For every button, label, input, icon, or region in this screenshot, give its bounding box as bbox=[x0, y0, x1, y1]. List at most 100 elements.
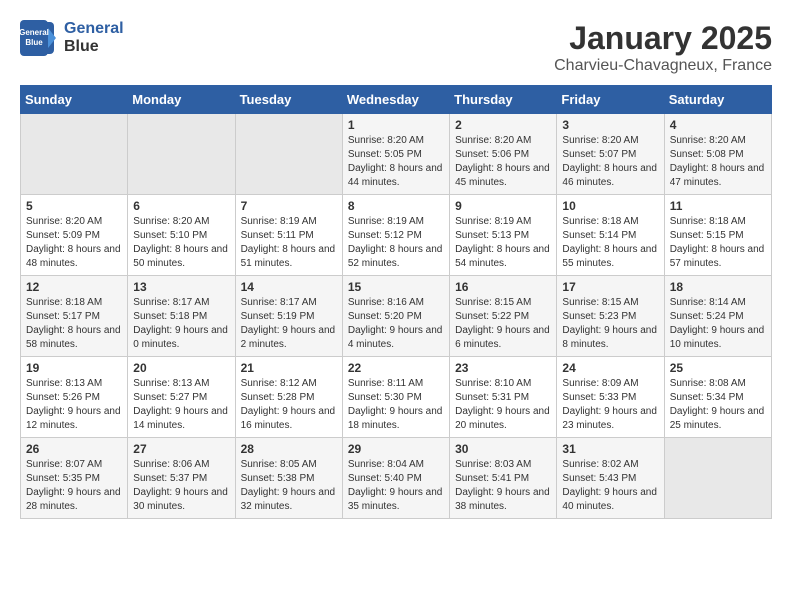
header-row: SundayMondayTuesdayWednesdayThursdayFrid… bbox=[21, 86, 772, 114]
day-info: Sunrise: 8:19 AMSunset: 5:11 PMDaylight:… bbox=[241, 215, 337, 271]
calendar-cell: 17Sunrise: 8:15 AMSunset: 5:23 PMDayligh… bbox=[557, 276, 664, 357]
day-number: 6 bbox=[133, 199, 229, 213]
day-number: 23 bbox=[455, 361, 551, 375]
calendar-cell: 22 Sunrise: 8:11 AMSunset: 5:30 PMDayligh… bbox=[342, 357, 449, 438]
calendar-cell: 19 Sunrise: 8:13 AMSunset: 5:26 PMDayligh… bbox=[21, 357, 128, 438]
calendar-week-row: 12 Sunrise: 8:18 AMSunset: 5:17 PMDayligh… bbox=[21, 276, 772, 357]
calendar-cell: 7 Sunrise: 8:19 AMSunset: 5:11 PMDaylight… bbox=[235, 195, 342, 276]
calendar-cell: 26 Sunrise: 8:07 AMSunset: 5:35 PMDayligh… bbox=[21, 438, 128, 519]
day-info: Sunrise: 8:07 AMSunset: 5:35 PMDaylight:… bbox=[26, 458, 122, 514]
day-number: 11 bbox=[670, 199, 766, 213]
calendar-cell: 2Sunrise: 8:20 AMSunset: 5:06 PMDaylight… bbox=[450, 114, 557, 195]
svg-text:General: General bbox=[20, 28, 49, 37]
day-info: Sunrise: 8:03 AMSunset: 5:41 PMDaylight:… bbox=[455, 458, 551, 514]
calendar-cell: 18 Sunrise: 8:14 AMSunset: 5:24 PMDayligh… bbox=[664, 276, 771, 357]
day-number: 15 bbox=[348, 280, 444, 294]
day-number: 10 bbox=[562, 199, 658, 213]
day-info: Sunrise: 8:19 AMSunset: 5:13 PMDaylight:… bbox=[455, 215, 551, 271]
day-number: 28 bbox=[241, 442, 337, 456]
day-info: Sunrise: 8:18 AMSunset: 5:15 PMDaylight:… bbox=[670, 215, 766, 271]
calendar-cell: 30 Sunrise: 8:03 AMSunset: 5:41 PMDayligh… bbox=[450, 438, 557, 519]
day-info: Sunrise: 8:02 AMSunset: 5:43 PMDaylight:… bbox=[562, 458, 658, 514]
day-number: 7 bbox=[241, 199, 337, 213]
day-info: Sunrise: 8:14 AMSunset: 5:24 PMDaylight:… bbox=[670, 296, 766, 352]
day-info: Sunrise: 8:04 AMSunset: 5:40 PMDaylight:… bbox=[348, 458, 444, 514]
day-info: Sunrise: 8:15 AMSunset: 5:22 PMDaylight:… bbox=[455, 296, 551, 352]
weekday-header: Sunday bbox=[21, 86, 128, 114]
day-info: Sunrise: 8:20 AMSunset: 5:09 PMDaylight:… bbox=[26, 215, 122, 271]
month-title: January 2025 bbox=[554, 20, 772, 57]
day-number: 26 bbox=[26, 442, 122, 456]
calendar-week-row: 26 Sunrise: 8:07 AMSunset: 5:35 PMDayligh… bbox=[21, 438, 772, 519]
day-info: Sunrise: 8:13 AMSunset: 5:27 PMDaylight:… bbox=[133, 377, 229, 433]
calendar-cell: 11 Sunrise: 8:18 AMSunset: 5:15 PMDayligh… bbox=[664, 195, 771, 276]
weekday-header: Thursday bbox=[450, 86, 557, 114]
day-number: 13 bbox=[133, 280, 229, 294]
day-number: 24 bbox=[562, 361, 658, 375]
day-info: Sunrise: 8:09 AMSunset: 5:33 PMDaylight:… bbox=[562, 377, 658, 433]
weekday-header: Tuesday bbox=[235, 86, 342, 114]
day-number: 21 bbox=[241, 361, 337, 375]
calendar-cell: 29 Sunrise: 8:04 AMSunset: 5:40 PMDayligh… bbox=[342, 438, 449, 519]
calendar-cell bbox=[235, 114, 342, 195]
day-number: 22 bbox=[348, 361, 444, 375]
calendar-cell: 4 Sunrise: 8:20 AMSunset: 5:08 PMDaylight… bbox=[664, 114, 771, 195]
day-number: 17 bbox=[562, 280, 658, 294]
title-area: January 2025 Charvieu-Chavagneux, France bbox=[554, 20, 772, 75]
calendar-week-row: 5 Sunrise: 8:20 AMSunset: 5:09 PMDaylight… bbox=[21, 195, 772, 276]
logo-icon: General Blue bbox=[20, 20, 56, 56]
calendar-cell: 6 Sunrise: 8:20 AMSunset: 5:10 PMDaylight… bbox=[128, 195, 235, 276]
day-number: 2 bbox=[455, 118, 551, 132]
day-info: Sunrise: 8:11 AMSunset: 5:30 PMDaylight:… bbox=[348, 377, 444, 433]
day-number: 19 bbox=[26, 361, 122, 375]
calendar-table: SundayMondayTuesdayWednesdayThursdayFrid… bbox=[20, 85, 772, 519]
weekday-header: Friday bbox=[557, 86, 664, 114]
day-info: Sunrise: 8:20 AMSunset: 5:07 PMDaylight:… bbox=[562, 134, 658, 190]
day-info: Sunrise: 8:06 AMSunset: 5:37 PMDaylight:… bbox=[133, 458, 229, 514]
calendar-week-row: 19 Sunrise: 8:13 AMSunset: 5:26 PMDayligh… bbox=[21, 357, 772, 438]
day-number: 4 bbox=[670, 118, 766, 132]
day-info: Sunrise: 8:17 AMSunset: 5:18 PMDaylight:… bbox=[133, 296, 229, 352]
day-number: 20 bbox=[133, 361, 229, 375]
weekday-header: Wednesday bbox=[342, 86, 449, 114]
calendar-cell: 23Sunrise: 8:10 AMSunset: 5:31 PMDayligh… bbox=[450, 357, 557, 438]
day-number: 29 bbox=[348, 442, 444, 456]
calendar-cell bbox=[21, 114, 128, 195]
day-info: Sunrise: 8:16 AMSunset: 5:20 PMDaylight:… bbox=[348, 296, 444, 352]
calendar-cell: 10Sunrise: 8:18 AMSunset: 5:14 PMDayligh… bbox=[557, 195, 664, 276]
day-number: 3 bbox=[562, 118, 658, 132]
svg-text:Blue: Blue bbox=[25, 38, 43, 47]
day-info: Sunrise: 8:19 AMSunset: 5:12 PMDaylight:… bbox=[348, 215, 444, 271]
day-number: 18 bbox=[670, 280, 766, 294]
calendar-cell: 5 Sunrise: 8:20 AMSunset: 5:09 PMDaylight… bbox=[21, 195, 128, 276]
weekday-header: Monday bbox=[128, 86, 235, 114]
day-number: 1 bbox=[348, 118, 444, 132]
header: General Blue General Blue January 2025 C… bbox=[20, 20, 772, 75]
day-number: 14 bbox=[241, 280, 337, 294]
day-number: 12 bbox=[26, 280, 122, 294]
day-info: Sunrise: 8:13 AMSunset: 5:26 PMDaylight:… bbox=[26, 377, 122, 433]
day-info: Sunrise: 8:12 AMSunset: 5:28 PMDaylight:… bbox=[241, 377, 337, 433]
calendar-cell: 24 Sunrise: 8:09 AMSunset: 5:33 PMDayligh… bbox=[557, 357, 664, 438]
day-info: Sunrise: 8:18 AMSunset: 5:17 PMDaylight:… bbox=[26, 296, 122, 352]
day-number: 27 bbox=[133, 442, 229, 456]
logo-text: General Blue bbox=[64, 20, 124, 56]
day-info: Sunrise: 8:08 AMSunset: 5:34 PMDaylight:… bbox=[670, 377, 766, 433]
day-info: Sunrise: 8:05 AMSunset: 5:38 PMDaylight:… bbox=[241, 458, 337, 514]
day-info: Sunrise: 8:20 AMSunset: 5:08 PMDaylight:… bbox=[670, 134, 766, 190]
day-number: 5 bbox=[26, 199, 122, 213]
logo: General Blue General Blue bbox=[20, 20, 124, 56]
day-number: 16 bbox=[455, 280, 551, 294]
weekday-header: Saturday bbox=[664, 86, 771, 114]
calendar-cell bbox=[128, 114, 235, 195]
day-info: Sunrise: 8:17 AMSunset: 5:19 PMDaylight:… bbox=[241, 296, 337, 352]
day-number: 30 bbox=[455, 442, 551, 456]
day-number: 9 bbox=[455, 199, 551, 213]
day-info: Sunrise: 8:20 AMSunset: 5:10 PMDaylight:… bbox=[133, 215, 229, 271]
day-number: 8 bbox=[348, 199, 444, 213]
day-number: 25 bbox=[670, 361, 766, 375]
calendar-cell: 1Sunrise: 8:20 AMSunset: 5:05 PMDaylight… bbox=[342, 114, 449, 195]
calendar-cell bbox=[664, 438, 771, 519]
day-number: 31 bbox=[562, 442, 658, 456]
calendar-cell: 3 Sunrise: 8:20 AMSunset: 5:07 PMDaylight… bbox=[557, 114, 664, 195]
